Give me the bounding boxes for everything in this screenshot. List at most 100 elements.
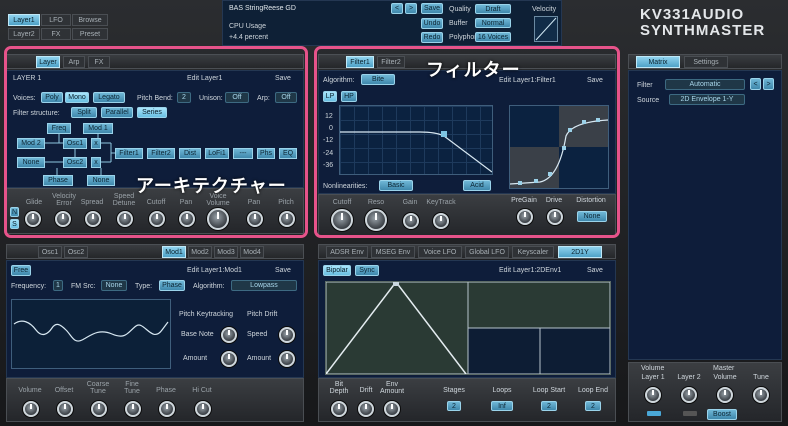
nav-browse[interactable]: Browse <box>72 14 108 26</box>
polyphony-select[interactable]: 16 Voices <box>475 32 511 42</box>
base-note-knob[interactable] <box>221 327 237 343</box>
speed-label: Speed <box>247 331 268 338</box>
hicut-knob[interactable] <box>195 401 211 417</box>
knob-label-hicut: Hi Cut <box>192 387 212 394</box>
amount1-knob[interactable] <box>221 351 237 367</box>
tab-global-lfo[interactable]: Global LFO <box>465 246 509 258</box>
tab-matrix[interactable]: Matrix <box>636 56 680 68</box>
tab-voice-lfo[interactable]: Voice LFO <box>418 246 462 258</box>
status-display: BAS StringReese GD < > Save CPU Usage +4… <box>222 0 562 46</box>
mod-algorithm-label: Algorithm: <box>193 283 225 290</box>
tab-osc2[interactable]: Osc2 <box>64 246 88 258</box>
knob-label-drift: Drift <box>359 387 373 394</box>
mod-volume-knob[interactable] <box>23 401 39 417</box>
tab-mseg-env[interactable]: MSEG Env <box>371 246 415 258</box>
knob-label-bit-depth: Bit Depth <box>329 381 349 395</box>
env-sync-button[interactable]: Sync <box>355 265 379 276</box>
mod-panel: Free Edit Layer1:Mod1 Save Frequency: 1 … <box>6 260 304 378</box>
env-edit-label: Edit Layer1:2DEnv1 <box>499 267 562 274</box>
matrix-panel: Filter Automatic < > Source 2D Envelope … <box>628 70 782 360</box>
fine-tune-knob[interactable] <box>125 401 141 417</box>
tab-mod1[interactable]: Mod1 <box>162 246 186 258</box>
phase-knob[interactable] <box>159 401 175 417</box>
nav-layer1[interactable]: Layer1 <box>8 14 40 26</box>
mod-waveform-display[interactable] <box>11 299 171 369</box>
mod-frequency-value[interactable]: 1 <box>53 280 63 291</box>
offset-knob[interactable] <box>57 401 73 417</box>
redo-button[interactable]: Redo <box>421 32 443 43</box>
buffer-select[interactable]: Normal <box>475 18 511 28</box>
knob-label-env-amount: Env Amount <box>379 381 405 395</box>
volume-panel: Volume Master Layer 1 Layer 2 Volume Tun… <box>628 362 782 422</box>
env-graph[interactable] <box>325 280 611 375</box>
loop-start-value[interactable]: 2 <box>541 401 557 411</box>
matrix-prev-button[interactable]: < <box>750 78 761 90</box>
logo-top: KV331AUDIO <box>640 6 745 23</box>
mod-waveform <box>13 320 169 342</box>
nav-lfo[interactable]: LFO <box>41 14 71 26</box>
velocity-curve[interactable] <box>534 16 558 42</box>
drift-knob[interactable] <box>358 401 374 417</box>
matrix-source-label: Source <box>637 97 660 104</box>
mod-free-button[interactable]: Free <box>11 265 31 276</box>
matrix-next-button[interactable]: > <box>763 78 774 90</box>
env-amount-knob[interactable] <box>384 401 400 417</box>
layer2-volume-knob[interactable] <box>681 387 697 403</box>
tab-keyscaler[interactable]: Keyscaler <box>512 246 554 258</box>
architecture-highlight <box>4 46 308 238</box>
mod-type-label: Type: <box>135 283 153 290</box>
layer2-mute-led[interactable] <box>683 411 697 416</box>
stages-label: Stages <box>443 387 465 394</box>
boost-button[interactable]: Boost <box>707 409 737 420</box>
quality-select[interactable]: Draft <box>475 4 511 14</box>
nav-layer2[interactable]: Layer2 <box>8 28 40 40</box>
master-group-label: Master <box>713 365 735 372</box>
preset-name[interactable]: BAS StringReese GD <box>229 5 296 12</box>
tab-settings[interactable]: Settings <box>684 56 728 68</box>
tab-2d1y[interactable]: 2D1Y <box>558 246 602 258</box>
master-volume-knob[interactable] <box>717 387 733 403</box>
synthmaster-window: Layer1 LFO Browse Layer2 FX Preset BAS S… <box>0 0 788 426</box>
undo-button[interactable]: Undo <box>421 18 443 29</box>
amount2-knob[interactable] <box>279 351 295 367</box>
tab-osc1[interactable]: Osc1 <box>38 246 62 258</box>
env-bipolar-button[interactable]: Bipolar <box>323 265 351 276</box>
mod-frequency-label: Frequency: <box>11 283 47 290</box>
loop-end-label: Loop End <box>578 387 608 394</box>
nav-fx[interactable]: FX <box>41 28 71 40</box>
env-knob-strip: Bit Depth Drift Env Amount Stages 2 Loop… <box>318 378 616 422</box>
mod-type-value[interactable]: Phase <box>159 280 185 291</box>
preset-next-button[interactable]: > <box>405 3 417 14</box>
matrix-source-select[interactable]: 2D Envelope 1-Y <box>669 94 745 105</box>
save-button[interactable]: Save <box>421 3 443 14</box>
preset-prev-button[interactable]: < <box>391 3 403 14</box>
tab-mod2[interactable]: Mod2 <box>188 246 212 258</box>
knob-label-phase: Phase <box>156 387 176 394</box>
matrix-filter-select[interactable]: Automatic <box>665 79 745 90</box>
filter-highlight <box>314 46 620 238</box>
loops-value[interactable]: Inf <box>491 401 513 411</box>
cpu-label: CPU Usage <box>229 23 266 30</box>
bit-depth-knob[interactable] <box>331 401 347 417</box>
loop-end-value[interactable]: 2 <box>585 401 601 411</box>
pitch-keytracking-title: Pitch Keytracking <box>179 311 234 318</box>
tab-mod4[interactable]: Mod4 <box>240 246 264 258</box>
mod-algorithm-value[interactable]: Lowpass <box>231 280 297 291</box>
stages-value[interactable]: 2 <box>447 401 461 411</box>
coarse-tune-knob[interactable] <box>91 401 107 417</box>
knob-label-layer2: Layer 2 <box>677 374 701 381</box>
env-save[interactable]: Save <box>587 267 603 274</box>
tab-mod3[interactable]: Mod3 <box>214 246 238 258</box>
mod-fmsrc-value[interactable]: None <box>101 280 127 291</box>
loops-label: Loops <box>492 387 512 394</box>
tune-knob[interactable] <box>753 387 769 403</box>
layer1-volume-knob[interactable] <box>645 387 661 403</box>
logo-bottom: SYNTHMASTER <box>640 22 766 39</box>
amount2-label: Amount <box>247 355 272 362</box>
nav-preset[interactable]: Preset <box>72 28 108 40</box>
tab-adsr-env[interactable]: ADSR Env <box>326 246 368 258</box>
layer1-mute-led[interactable] <box>647 411 661 416</box>
knob-label-master-volume: Volume <box>713 374 737 381</box>
speed-knob[interactable] <box>279 327 295 343</box>
mod-save[interactable]: Save <box>275 267 291 274</box>
